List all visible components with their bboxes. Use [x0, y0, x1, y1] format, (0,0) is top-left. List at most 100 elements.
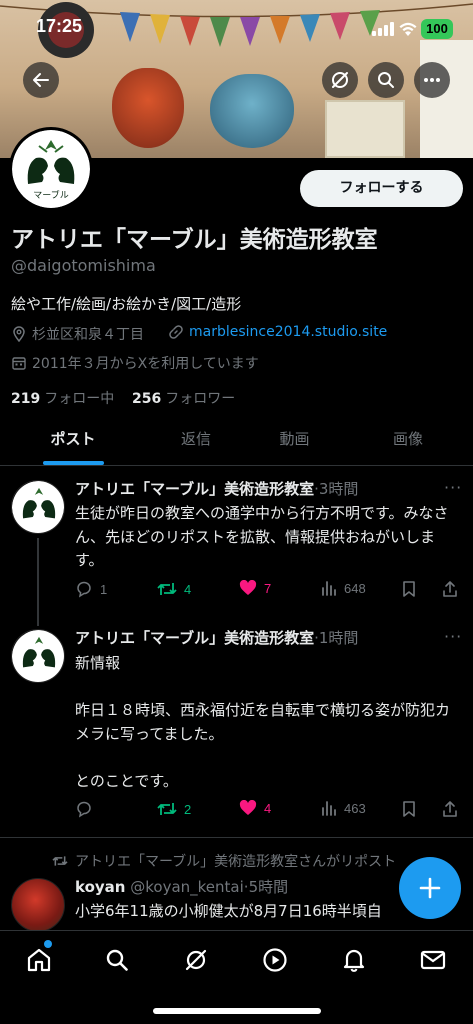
heart-icon — [239, 580, 257, 595]
ellipsis-icon — [424, 78, 440, 82]
followers-count: 256 — [132, 391, 162, 407]
share-button[interactable] — [442, 580, 458, 598]
tweet-1[interactable]: アトリエ「マーブル」美術造形教室·3時間 ··· 生徒が昨日の教室への通学中から… — [0, 466, 473, 626]
tweet-handle: @koyan_kentai — [130, 878, 244, 896]
tweet-author[interactable]: アトリエ「マーブル」美術造形教室 — [75, 480, 314, 498]
profile-tabs: ポスト 返信 動画 画像 — [0, 418, 473, 466]
nav-video[interactable] — [258, 943, 292, 977]
following-label: フォロー中 — [44, 391, 115, 407]
tweet-actions: 2 4 463 — [75, 800, 465, 824]
mail-icon — [420, 950, 446, 970]
thread-connector — [37, 538, 39, 626]
followers-stat[interactable]: 256 フォロワー — [132, 391, 235, 407]
back-button[interactable] — [23, 62, 59, 98]
nav-notifications[interactable] — [337, 943, 371, 977]
profile-location: 杉並区和泉４丁目 — [11, 324, 144, 344]
bookmark-button[interactable] — [402, 580, 416, 598]
home-icon — [27, 948, 51, 972]
tweet-more-button[interactable]: ··· — [444, 478, 462, 497]
link-icon — [169, 325, 183, 339]
status-time: 17:25 — [36, 16, 83, 36]
reply-count: 1 — [100, 581, 108, 597]
share-button[interactable] — [442, 800, 458, 818]
tab-images[interactable]: 画像 — [343, 418, 473, 466]
views-button[interactable]: 463 — [321, 800, 366, 816]
active-tab-indicator — [43, 461, 104, 465]
tweet-author[interactable]: アトリエ「マーブル」美術造形教室 — [75, 629, 314, 647]
like-count: 4 — [264, 800, 272, 816]
calendar-icon — [12, 357, 26, 370]
nav-search[interactable] — [100, 943, 134, 977]
grok-icon — [185, 949, 207, 971]
retweet-count: 4 — [184, 581, 192, 597]
compose-button[interactable] — [399, 857, 461, 919]
views-count: 463 — [344, 800, 366, 816]
joined-text: 2011年３月からXを利用しています — [32, 356, 259, 372]
like-button[interactable]: 4 — [239, 800, 271, 816]
marble-logo — [12, 481, 64, 533]
views-button[interactable]: 648 — [321, 580, 366, 596]
tweet-2[interactable]: アトリエ「マーブル」美術造形教室·1時間 ··· 新情報 昨日１８時頃、西永福付… — [0, 616, 473, 838]
play-icon — [263, 948, 287, 972]
search-button[interactable] — [368, 62, 404, 98]
tweet-more-button[interactable]: ··· — [444, 627, 462, 646]
reply-icon — [77, 801, 91, 818]
shell-painting — [325, 100, 405, 158]
owl-mask-artwork — [112, 68, 184, 148]
marble-logo — [12, 630, 64, 682]
tab-videos[interactable]: 動画 — [246, 418, 343, 466]
more-button[interactable] — [414, 62, 450, 98]
location-text: 杉並区和泉４丁目 — [32, 327, 144, 343]
reply-button[interactable] — [75, 800, 100, 818]
retweet-button[interactable]: 4 — [157, 580, 191, 598]
profile-joined: 2011年３月からXを利用しています — [11, 353, 259, 373]
plus-icon — [419, 877, 441, 899]
profile-name: アトリエ「マーブル」美術造形教室 — [11, 227, 378, 253]
heart-icon — [239, 800, 257, 815]
tweet-text: 新情報 昨日１８時頃、西永福付近を自転車で横切る姿が防犯カメラに写ってました。 … — [75, 654, 451, 790]
nav-grok[interactable] — [179, 943, 213, 977]
tweet-avatar[interactable] — [11, 629, 65, 683]
arrow-left-icon — [33, 73, 49, 87]
profile-handle: @daigotomishima — [11, 256, 156, 275]
tweet-avatar[interactable] — [11, 480, 65, 534]
battery-indicator: 100 — [421, 19, 453, 39]
retweet-icon — [52, 856, 68, 866]
tweet-divider — [0, 837, 473, 838]
nav-home[interactable] — [22, 943, 56, 977]
follow-button[interactable]: フォローする — [300, 170, 463, 207]
marble-logo: マーブル — [12, 130, 90, 208]
views-count: 648 — [344, 580, 366, 596]
home-indicator — [153, 1008, 321, 1014]
following-stat[interactable]: 219 フォロー中 — [11, 391, 114, 407]
tweet-author[interactable]: koyan — [75, 878, 125, 896]
reply-button[interactable]: 1 — [75, 580, 107, 598]
retweet-icon — [157, 803, 177, 815]
profile-website[interactable]: marblesince2014.studio.site — [168, 324, 387, 340]
share-icon — [443, 801, 457, 817]
retweet-count: 2 — [184, 801, 192, 817]
like-button[interactable]: 7 — [239, 580, 271, 596]
unread-dot — [44, 940, 52, 948]
profile-avatar[interactable]: マーブル — [9, 127, 93, 211]
grok-button[interactable] — [322, 62, 358, 98]
retweet-icon — [157, 583, 177, 595]
wall-drawing — [420, 40, 473, 158]
tweet-avatar[interactable] — [11, 878, 65, 930]
tweet-time: ·1時間 — [314, 629, 359, 647]
tweet-header: koyan @koyan_kentai·5時間 — [75, 876, 288, 897]
follow-counts: 219 フォロー中 256 フォロワー — [11, 388, 235, 408]
search-icon — [106, 949, 128, 971]
location-pin-icon — [13, 326, 25, 342]
following-count: 219 — [11, 391, 41, 407]
tweet-time: ·5時間 — [243, 878, 289, 896]
bookmark-button[interactable] — [402, 800, 416, 818]
retweet-button[interactable]: 2 — [157, 800, 191, 818]
website-link[interactable]: marblesince2014.studio.site — [189, 324, 387, 340]
tab-posts[interactable]: ポスト — [0, 418, 146, 466]
tweet-actions: 1 4 7 648 — [75, 580, 465, 604]
tab-replies[interactable]: 返信 — [146, 418, 246, 466]
reply-icon — [77, 581, 91, 598]
nav-messages[interactable] — [416, 943, 450, 977]
tweet-time: ·3時間 — [314, 480, 359, 498]
